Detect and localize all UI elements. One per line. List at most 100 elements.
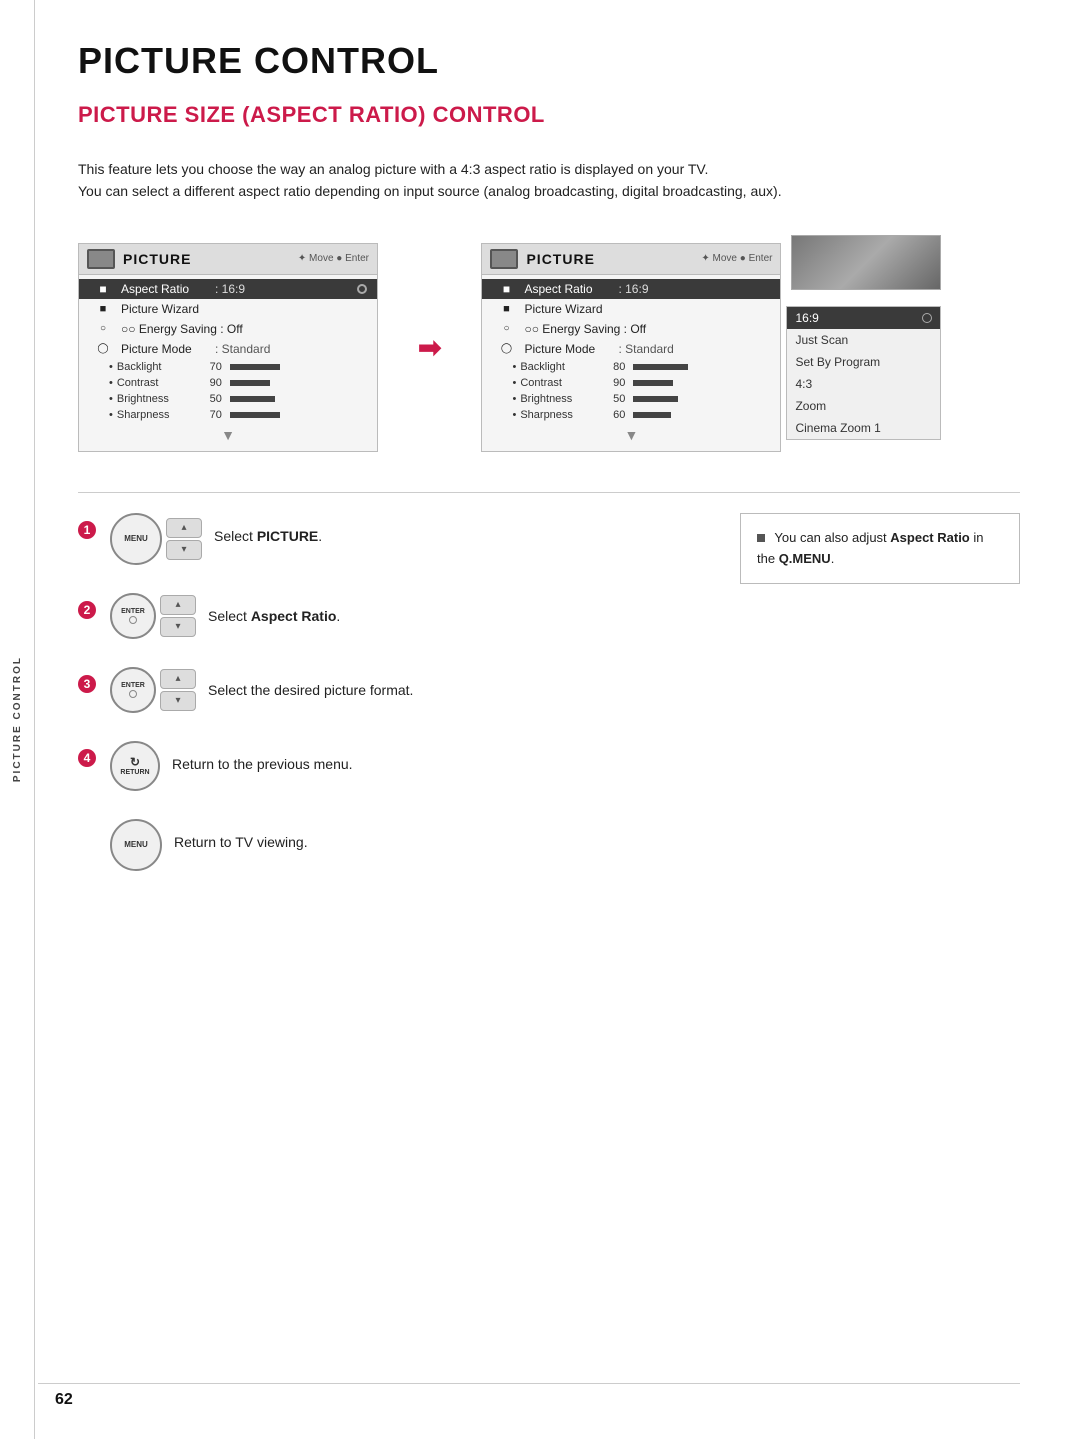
step-3-badge: 3 [78, 675, 96, 693]
side-bar-label: PICTURE CONTROL [12, 656, 23, 782]
step-4-return-btn: ↻ RETURN [110, 741, 160, 791]
sub-item-contrast-right: • Contrast 90 [482, 375, 780, 391]
steps-divider [78, 492, 1020, 493]
step-1-nav: ▴ ▾ [166, 518, 202, 560]
menu-panel-left: PICTURE ✦ Move ● Enter ■ Aspect Ratio : … [78, 243, 378, 452]
description: This feature lets you choose the way an … [78, 158, 938, 203]
step-2-up-arrow: ▴ [160, 595, 196, 615]
step-2-badge: 2 [78, 601, 96, 619]
menu-body-left: ■ Aspect Ratio : 16:9 ■ Picture Wizard [79, 275, 377, 451]
steps-right: You can also adjust Aspect Ratio in the … [740, 513, 1020, 899]
page-number: 62 [55, 1391, 73, 1409]
description-line2: You can select a different aspect ratio … [78, 183, 782, 199]
step-1-badge: 1 [78, 521, 96, 539]
menu-row-aspect-right: ■ Aspect Ratio : 16:9 [482, 279, 780, 299]
menu-header-right: PICTURE ✦ Move ● Enter [482, 244, 780, 275]
dropdown-item-16-9: 16:9 [787, 307, 940, 329]
sub-item-backlight-right: • Backlight 80 [482, 359, 780, 375]
screenshots-area: PICTURE ✦ Move ● Enter ■ Aspect Ratio : … [78, 243, 1020, 452]
sub-item-sharpness-left: • Sharpness 70 [79, 407, 377, 423]
menu-row-aspect-left: ■ Aspect Ratio : 16:9 [79, 279, 377, 299]
menu-row-mode-left: ◯ Picture Mode : Standard [79, 339, 377, 359]
step-menu: MENU Return to TV viewing. [78, 819, 680, 871]
tip-aspect-ratio: Aspect Ratio [890, 530, 969, 545]
dropdown-item-zoom: Zoom [787, 395, 940, 417]
tv-icon-left [87, 249, 115, 269]
dropdown-overlay: 16:9 Just Scan Set By Program 4:3 Zoom C… [786, 306, 941, 440]
menu-row-wizard-left: ■ Picture Wizard [79, 299, 377, 319]
step-4-icons: ↻ RETURN [110, 741, 160, 791]
menu-header-left: PICTURE ✦ Move ● Enter [79, 244, 377, 275]
selected-indicator [922, 313, 932, 323]
step-menu-icons: MENU [110, 819, 162, 871]
dropdown-item-cinema-zoom: Cinema Zoom 1 [787, 417, 940, 439]
step-2: 2 ENTER ▴ ▾ Select Aspect Ratio. [78, 593, 680, 639]
menu-row-energy-left: ○ ○○ Energy Saving : Off [79, 319, 377, 339]
step-3-down-arrow: ▾ [160, 691, 196, 711]
right-menu-container: PICTURE ✦ Move ● Enter ■ Aspect Ratio : … [481, 243, 781, 452]
dropdown-item-4-3: 4:3 [787, 373, 940, 395]
slider-contrast-right [633, 380, 673, 386]
step-3-icons: ENTER ▴ ▾ [110, 667, 196, 713]
menu-row-mode-right: ◯ Picture Mode : Standard [482, 339, 780, 359]
step-2-text-bold: Aspect Ratio [251, 608, 337, 624]
step-1-text-bold: PICTURE [257, 528, 318, 544]
step-1-text: Select PICTURE. [214, 527, 322, 547]
aspect-icon-left: ■ [89, 282, 117, 296]
scroll-indicator-right: ▼ [482, 423, 780, 447]
step-menu-text: Return to TV viewing. [174, 833, 308, 853]
step-3-up-arrow: ▴ [160, 669, 196, 689]
slider-contrast-left [230, 380, 270, 386]
enter-circle-dot-3 [129, 690, 137, 698]
sub-item-backlight-left: • Backlight 70 [79, 359, 377, 375]
step-2-icons: ENTER ▴ ▾ [110, 593, 196, 639]
step-1-icons: MENU ▴ ▾ [110, 513, 202, 565]
description-line1: This feature lets you choose the way an … [78, 161, 708, 177]
menu-body-right: ■ Aspect Ratio : 16:9 ■ Picture Wizard ○… [482, 275, 780, 451]
step-4-text: Return to the previous menu. [172, 755, 353, 775]
slider-brightness-left [230, 396, 275, 402]
slider-brightness-right [633, 396, 678, 402]
sub-item-brightness-left: • Brightness 50 [79, 391, 377, 407]
step-3-text: Select the desired picture format. [208, 681, 413, 701]
tip-box: You can also adjust Aspect Ratio in the … [740, 513, 1020, 585]
steps-left: 1 MENU ▴ ▾ Select PICTURE. [78, 513, 680, 899]
step-4-badge: 4 [78, 749, 96, 767]
scroll-indicator-left: ▼ [79, 423, 377, 447]
tip-text: You can also adjust Aspect Ratio in the … [757, 530, 983, 566]
slider-backlight-right [633, 364, 688, 370]
step-3-enter-btn: ENTER [110, 667, 156, 713]
menu-title-left: PICTURE [123, 251, 191, 267]
tip-bullet-icon [757, 534, 765, 542]
sub-title: PICTURE SIZE (ASPECT RATIO) CONTROL [78, 102, 1020, 128]
side-bar: PICTURE CONTROL [0, 0, 35, 1439]
steps-area: 1 MENU ▴ ▾ Select PICTURE. [78, 513, 1020, 899]
sub-item-contrast-left: • Contrast 90 [79, 375, 377, 391]
step-1-up-arrow: ▴ [166, 518, 202, 538]
sub-item-brightness-right: • Brightness 50 [482, 391, 780, 407]
dropdown-item-just-scan: Just Scan [787, 329, 940, 351]
step-4: 4 ↻ RETURN Return to the previous menu. [78, 741, 680, 791]
step-2-nav: ▴ ▾ [160, 595, 196, 637]
menu-nav-hint-left: ✦ Move ● Enter [298, 253, 369, 264]
main-title: PICTURE CONTROL [78, 40, 1020, 82]
step-3-nav: ▴ ▾ [160, 669, 196, 711]
menu-panel-right: PICTURE ✦ Move ● Enter ■ Aspect Ratio : … [481, 243, 781, 452]
sub-item-sharpness-right: • Sharpness 60 [482, 407, 780, 423]
bottom-line [38, 1383, 1020, 1384]
menu-nav-hint-right: ✦ Move ● Enter [701, 253, 772, 264]
step-2-enter-btn: ENTER [110, 593, 156, 639]
step-3: 3 ENTER ▴ ▾ Select the desired picture f… [78, 667, 680, 713]
arrow-icon: ➡ [418, 331, 441, 364]
menu-title-right: PICTURE [526, 251, 594, 267]
step-2-down-arrow: ▾ [160, 617, 196, 637]
step-1: 1 MENU ▴ ▾ Select PICTURE. [78, 513, 680, 565]
menu-row-wizard-right: ■ Picture Wizard [482, 299, 780, 319]
slider-sharpness-left [230, 412, 280, 418]
step-1-down-arrow: ▾ [166, 540, 202, 560]
menu-row-energy-right: ○ ○○ Energy Saving : Off [482, 319, 780, 339]
slider-sharpness-right [633, 412, 671, 418]
radio-dot-left [357, 284, 367, 294]
tv-icon-right [490, 249, 518, 269]
slider-backlight-left [230, 364, 280, 370]
